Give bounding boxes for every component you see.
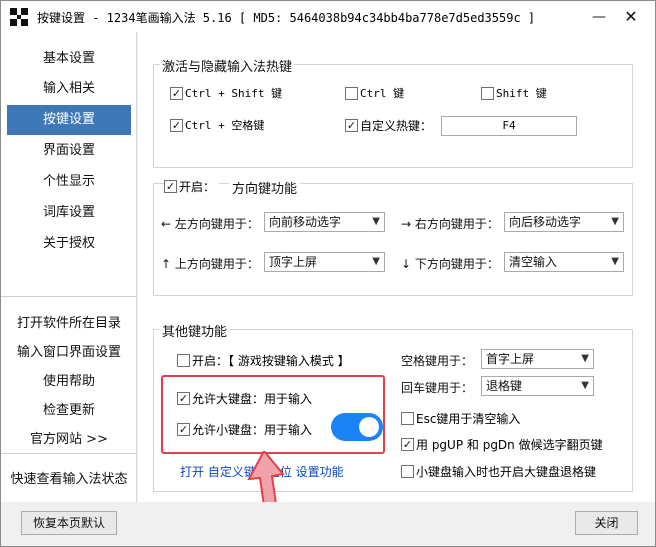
space-key-label: 空格键用于： <box>401 354 474 368</box>
arrow-group-title: 方向键功能 <box>229 178 301 197</box>
minimize-button[interactable]: — <box>583 1 615 32</box>
hotkey-ctrl-space-checkbox[interactable]: ✓ Ctrl + 空格键 <box>170 117 264 133</box>
checkbox-label: Ctrl 键 <box>360 87 405 100</box>
enter-key-label: 回车键用于： <box>401 381 474 395</box>
chevron-down-icon: ▼ <box>372 256 380 267</box>
checkbox-label: Ctrl + Shift 键 <box>185 87 283 100</box>
checkbox-label: 允许小键盘：用于输入 <box>192 423 313 437</box>
checkbox-label: Ctrl + 空格键 <box>185 119 265 132</box>
select-value: 退格键 <box>486 379 523 393</box>
sidebar-item-about[interactable]: 关于授权 <box>7 229 131 259</box>
chevron-down-icon: ▼ <box>611 216 619 227</box>
open-folder-link[interactable]: 打开软件所在目录 <box>1 312 137 331</box>
close-window-button[interactable]: ✕ <box>615 1 647 32</box>
up-arrow-select[interactable]: 顶字上屏 ▼ <box>264 252 385 272</box>
checkbox-label: 小键盘输入时也开启大键盘退格键 <box>416 465 597 479</box>
custom-hotkey-input[interactable]: F4 <box>441 116 577 136</box>
chevron-down-icon: ▼ <box>581 380 589 391</box>
chevron-down-icon: ▼ <box>611 256 619 267</box>
checkbox-empty-icon <box>481 86 494 100</box>
hotkey-ctrl-shift-checkbox[interactable]: ✓ Ctrl + Shift 键 <box>170 85 282 101</box>
checkmark-icon: ✓ <box>170 86 183 100</box>
arrow-group <box>153 183 633 296</box>
hotkey-ctrl-checkbox[interactable]: Ctrl 键 <box>345 85 404 101</box>
checkbox-empty-icon <box>401 465 414 478</box>
chevron-down-icon: ▼ <box>581 353 589 364</box>
game-mode-checkbox[interactable]: 开启：【 游戏按键输入模式 】 <box>177 352 350 369</box>
hotkey-custom-checkbox[interactable]: ✓ 自定义热键： <box>345 117 432 134</box>
down-arrow-select[interactable]: 清空输入 ▼ <box>504 252 624 272</box>
sidebar-item-display[interactable]: 个性显示 <box>7 167 131 197</box>
sidebar-item-keys[interactable]: 按键设置 <box>7 105 131 135</box>
app-logo-icon <box>10 8 28 26</box>
space-key-select[interactable]: 首字上屏 ▼ <box>481 349 594 369</box>
checkbox-empty-icon <box>177 354 190 367</box>
checkbox-label: 开启：【 游戏按键输入模式 】 <box>192 354 350 368</box>
up-arrow-label: ↑ 上方向键用于： <box>161 257 259 271</box>
checkbox-label: Shift 键 <box>496 87 547 100</box>
checkbox-empty-icon <box>345 86 358 100</box>
numpad-toggle-switch[interactable] <box>331 413 383 441</box>
arrow-enable-checkbox[interactable]: ✓ 开启： <box>164 178 220 195</box>
allow-main-keyboard-checkbox[interactable]: ✓ 允许大键盘：用于输入 <box>177 390 312 407</box>
sidebar-divider <box>1 453 137 454</box>
select-value: 顶字上屏 <box>269 255 318 269</box>
esc-clear-checkbox[interactable]: Esc键用于清空输入 <box>401 410 520 427</box>
toggle-knob <box>359 417 379 437</box>
checkmark-icon: ✓ <box>177 423 190 436</box>
checkbox-label: 自定义热键： <box>360 119 433 133</box>
checkmark-icon: ✓ <box>401 438 414 451</box>
allow-numpad-checkbox[interactable]: ✓ 允许小键盘：用于输入 <box>177 421 312 438</box>
right-arrow-label: → 右方向键用于： <box>401 217 499 231</box>
input-window-settings-link[interactable]: 输入窗口界面设置 <box>1 341 137 360</box>
hotkey-shift-checkbox[interactable]: Shift 键 <box>481 85 547 101</box>
sidebar-item-input[interactable]: 输入相关 <box>7 74 131 104</box>
hotkey-group-title: 激活与隐藏输入法热键 <box>160 56 295 75</box>
left-arrow-label: ← 左方向键用于： <box>161 217 259 231</box>
numpad-backspace-checkbox[interactable]: 小键盘输入时也开启大键盘退格键 <box>401 463 596 480</box>
down-arrow-label: ↓ 下方向键用于： <box>401 257 499 271</box>
pgup-pgdn-checkbox[interactable]: ✓ 用 pgUP 和 pgDn 做候选字翻页键 <box>401 436 603 453</box>
check-update-link[interactable]: 检查更新 <box>1 399 137 418</box>
sidebar-item-dictionary[interactable]: 词库设置 <box>7 198 131 228</box>
status-link[interactable]: 快速查看输入法状态 <box>1 468 137 487</box>
other-group-title: 其他键功能 <box>160 321 230 340</box>
close-button[interactable]: 关闭 <box>575 511 638 535</box>
sidebar-item-ui[interactable]: 界面设置 <box>7 136 131 166</box>
select-value: 向后移动选字 <box>509 215 582 229</box>
official-site-link[interactable]: 官方网站 >> <box>1 428 137 447</box>
sidebar-divider <box>1 296 137 297</box>
right-arrow-select[interactable]: 向后移动选字 ▼ <box>504 212 624 232</box>
checkbox-label: 开启： <box>179 180 216 194</box>
checkmark-icon: ✓ <box>177 392 190 405</box>
sidebar-item-basic[interactable]: 基本设置 <box>7 44 131 74</box>
checkbox-label: 允许大键盘：用于输入 <box>192 392 313 406</box>
checkmark-icon: ✓ <box>345 119 358 132</box>
checkbox-empty-icon <box>401 412 414 425</box>
checkmark-icon: ✓ <box>170 118 183 132</box>
select-value: 清空输入 <box>509 255 558 269</box>
checkmark-icon: ✓ <box>164 180 177 193</box>
help-link[interactable]: 使用帮助 <box>1 370 137 389</box>
select-value: 首字上屏 <box>486 352 535 366</box>
left-arrow-select[interactable]: 向前移动选字 ▼ <box>264 212 385 232</box>
settings-window: 按键设置 - 1234笔画输入法 5.16 [ MD5: 5464038b94c… <box>0 0 656 547</box>
sidebar: 基本设置 输入相关 按键设置 界面设置 个性显示 词库设置 关于授权 打开软件所… <box>1 32 137 546</box>
restore-defaults-button[interactable]: 恢复本页默认 <box>21 511 117 535</box>
window-title: 按键设置 - 1234笔画输入法 5.16 [ MD5: 5464038b94c… <box>37 11 536 25</box>
select-value: 向前移动选字 <box>269 215 342 229</box>
chevron-down-icon: ▼ <box>372 216 380 227</box>
title-bar: 按键设置 - 1234笔画输入法 5.16 [ MD5: 5464038b94c… <box>1 1 655 32</box>
checkbox-label: 用 pgUP 和 pgDn 做候选字翻页键 <box>416 438 603 452</box>
checkbox-label: Esc键用于清空输入 <box>416 412 521 426</box>
enter-key-select[interactable]: 退格键 ▼ <box>481 376 594 396</box>
